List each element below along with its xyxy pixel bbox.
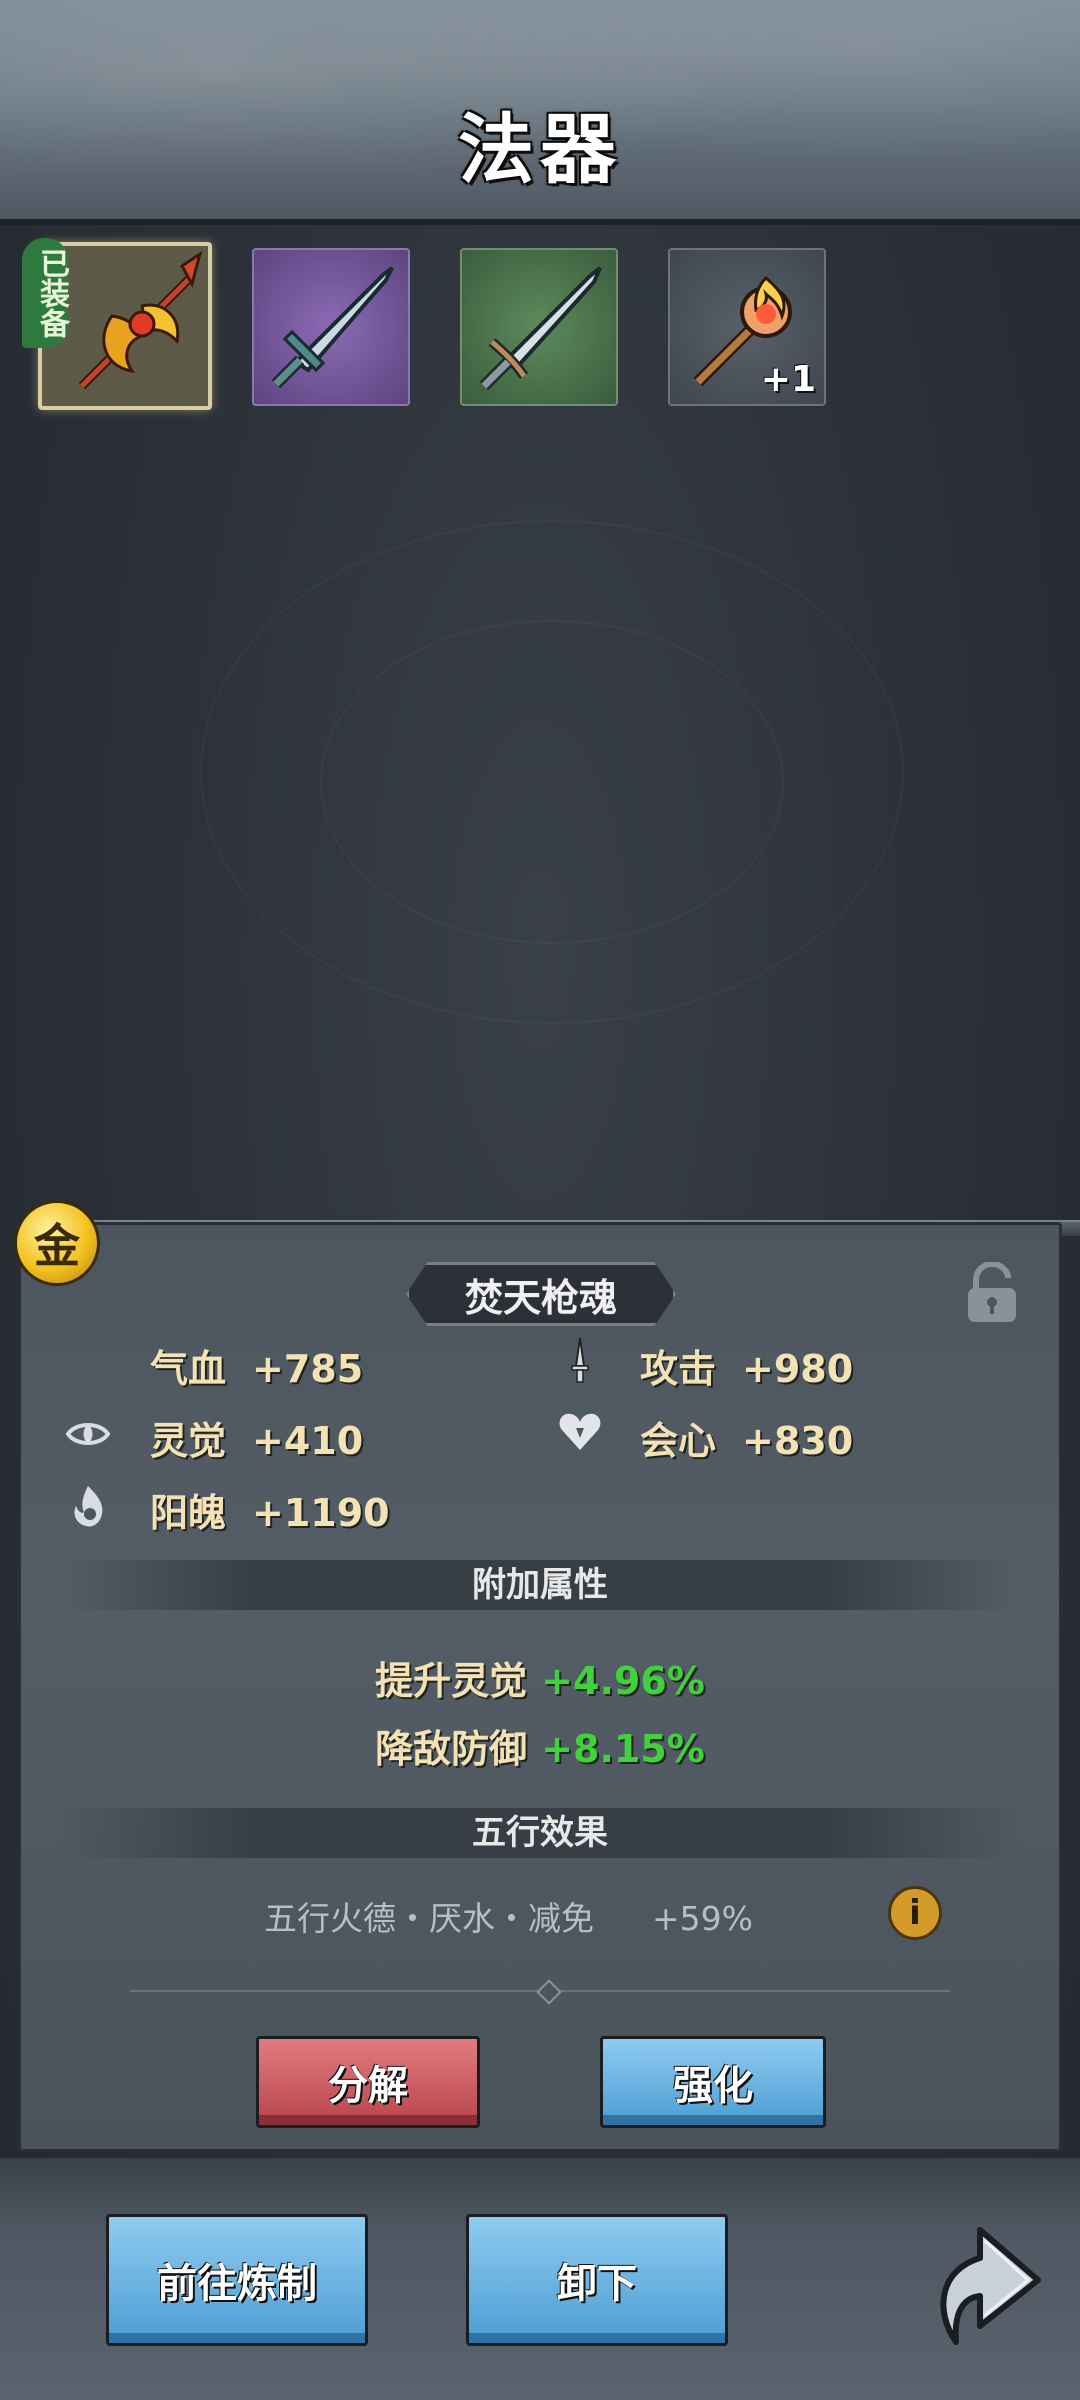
sword-icon <box>479 266 602 391</box>
perception-icon <box>65 1423 111 1445</box>
bonus-value: +8.15% <box>541 1727 705 1771</box>
stat-value: +980 <box>742 1347 854 1391</box>
stat-value: +410 <box>252 1419 364 1463</box>
sword-icon <box>271 266 394 389</box>
stat-attack: 攻击 +980 <box>640 1338 853 1393</box>
unequip-button[interactable]: 卸下 <box>466 2214 728 2346</box>
stat-label: 灵觉 <box>150 1419 227 1463</box>
stat-value: +1190 <box>252 1491 390 1535</box>
stat-label: 气血 <box>150 1347 227 1391</box>
enhance-button[interactable]: 强化 <box>600 2036 826 2128</box>
stat-value: +830 <box>742 1419 854 1463</box>
stat-label: 攻击 <box>640 1347 717 1391</box>
inventory-slot-purple-sword[interactable] <box>252 248 410 406</box>
inventory-slot-green-sword[interactable] <box>460 248 618 406</box>
heart-icon <box>559 1413 601 1450</box>
return-arrow-icon[interactable] <box>920 2210 1050 2350</box>
info-icon[interactable]: i <box>888 1886 942 1940</box>
inventory-slot-torch[interactable]: +1 <box>668 248 826 406</box>
stat-label: 会心 <box>640 1419 717 1463</box>
goto-refine-button[interactable]: 前往炼制 <box>106 2214 368 2346</box>
background-swirl <box>320 620 784 944</box>
page-title: 法器 <box>458 105 622 194</box>
five-element-effect: 五行火德・厌水・减免 +59% <box>264 1892 753 1940</box>
stat-value: +785 <box>252 1347 364 1391</box>
bonus-defense-reduction: 降敌防御 +8.15% <box>0 1718 1080 1773</box>
extra-attributes-header: 附加属性 <box>60 1560 1020 1610</box>
metal-element-badge: 金 <box>14 1200 100 1286</box>
stat-yang-soul: 阳魄 +1190 <box>150 1482 390 1537</box>
stat-label: 阳魄 <box>150 1491 227 1535</box>
decompose-button[interactable]: 分解 <box>256 2036 480 2128</box>
bonus-value: +4.96% <box>541 1659 705 1703</box>
item-name: 焚天枪魂 <box>406 1262 676 1326</box>
bonus-label: 降敌防御 <box>375 1727 528 1771</box>
equipped-tag: 已装备 <box>22 238 69 348</box>
stat-critical: 会心 +830 <box>640 1410 853 1465</box>
five-effect-text: 五行火德・厌水・减免 <box>264 1899 594 1938</box>
stat-hp: 气血 +785 <box>150 1338 363 1393</box>
five-effect-value: +59% <box>652 1899 753 1938</box>
unlock-icon[interactable] <box>962 1262 1022 1324</box>
quantity-badge: +1 <box>760 359 816 400</box>
bonus-label: 提升灵觉 <box>375 1659 528 1703</box>
soul-flame-icon <box>74 1486 103 1527</box>
bonus-perception: 提升灵觉 +4.96% <box>0 1650 1080 1705</box>
five-elements-header: 五行效果 <box>60 1808 1020 1858</box>
sword-stat-icon <box>571 1337 589 1383</box>
stat-perception: 灵觉 +410 <box>150 1410 363 1465</box>
header: 法器 <box>0 0 1080 225</box>
